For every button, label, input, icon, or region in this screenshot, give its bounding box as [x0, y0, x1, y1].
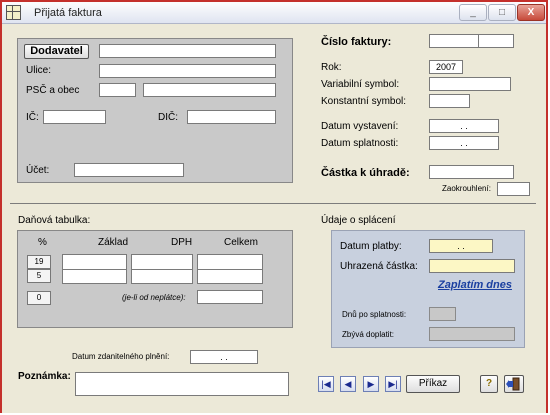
ic-field[interactable] [43, 110, 106, 124]
constant-symbol-label: Konstantní symbol: [321, 96, 407, 107]
last-record-button[interactable]: ▶| [385, 376, 401, 392]
form-body: Dodavatel Ulice: PSČ a obec IČ: DIČ: Úče… [2, 25, 546, 413]
section-divider [10, 203, 536, 204]
tax-header-vat: DPH [171, 237, 193, 248]
first-record-button[interactable]: |◀ [318, 376, 334, 392]
vat-5-field[interactable] [131, 269, 193, 284]
note-label: Poznámka: [18, 371, 71, 382]
tax-header-base: Základ [98, 237, 129, 248]
vat-19-field[interactable] [131, 254, 193, 270]
tax-header-percent: % [38, 237, 47, 248]
non-payer-note: (je-li od neplátce): [122, 293, 186, 302]
amount-due-field[interactable] [429, 165, 514, 179]
amount-due-label: Částka k úhradě: [321, 167, 410, 179]
zip-city-label: PSČ a obec [26, 85, 80, 96]
tax-rate-0: 0 [27, 291, 51, 305]
street-field[interactable] [99, 64, 276, 78]
rounding-field[interactable] [497, 182, 530, 196]
previous-record-button[interactable]: ◀ [340, 376, 356, 392]
remaining-field [429, 327, 515, 341]
invoice-number-label: Číslo faktury: [321, 36, 392, 48]
tax-panel: % Základ DPH Celkem 19 5 0 (je-li od nep… [17, 230, 293, 328]
rounding-label: Zaokrouhlení: [442, 184, 491, 193]
total-0-field[interactable] [197, 290, 263, 304]
invoice-number-suffix-field[interactable] [478, 34, 514, 48]
taxable-date-label: Datum zdanitelného plnění: [72, 352, 170, 361]
window-title: Přijatá faktura [34, 7, 102, 19]
close-button[interactable]: X [517, 4, 545, 21]
payment-date-field[interactable]: . . [429, 239, 493, 253]
taxable-date-field[interactable]: . . [190, 350, 258, 364]
payment-title: Údaje o splácení [321, 215, 396, 226]
payment-date-label: Datum platby: [340, 241, 402, 252]
next-record-button[interactable]: ▶ [363, 376, 379, 392]
supplier-button[interactable]: Dodavatel [24, 44, 89, 59]
issue-date-field[interactable]: . . [429, 119, 499, 133]
days-after-due-label: Dnů po splatnosti: [342, 310, 407, 319]
title-bar: Přijatá faktura _ □ X [2, 2, 546, 24]
minimize-button[interactable]: _ [459, 4, 487, 21]
paid-amount-field[interactable] [429, 259, 515, 273]
dic-field[interactable] [187, 110, 276, 124]
account-field[interactable] [74, 163, 184, 177]
tax-rate-5: 5 [27, 269, 51, 283]
remaining-label: Zbývá doplatit: [342, 330, 395, 339]
maximize-button[interactable]: □ [488, 4, 516, 21]
exit-button[interactable] [504, 375, 524, 393]
supplier-name-field[interactable] [99, 44, 276, 58]
tax-header-total: Celkem [224, 237, 258, 248]
total-5-field[interactable] [197, 269, 263, 284]
base-5-field[interactable] [62, 269, 127, 284]
invoice-number-field[interactable] [429, 34, 479, 48]
city-field[interactable] [143, 83, 276, 97]
help-icon: ? [485, 378, 493, 389]
due-date-label: Datum splatnosti: [321, 138, 399, 149]
year-label: Rok: [321, 62, 342, 73]
street-label: Ulice: [26, 65, 52, 76]
order-button[interactable]: Příkaz [406, 375, 460, 393]
constant-symbol-field[interactable] [429, 94, 470, 108]
ic-label: IČ: [26, 112, 39, 123]
variable-symbol-field[interactable] [429, 77, 511, 91]
account-label: Účet: [26, 165, 50, 176]
invoice-window: Přijatá faktura _ □ X Dodavatel Ulice: P… [0, 0, 548, 413]
note-field[interactable] [75, 372, 289, 396]
tax-table-title: Daňová tabulka: [18, 215, 91, 226]
year-field[interactable]: 2007 [429, 60, 463, 74]
exit-door-icon [506, 377, 520, 391]
days-after-due-field [429, 307, 456, 321]
pay-today-link[interactable]: Zaplatím dnes [438, 279, 512, 291]
dic-label: DIČ: [158, 112, 178, 123]
paid-amount-label: Uhrazená částka: [340, 261, 418, 272]
zip-field[interactable] [99, 83, 136, 97]
variable-symbol-label: Variabilní symbol: [321, 79, 400, 90]
tax-rate-19: 19 [27, 255, 51, 269]
app-icon [6, 5, 21, 20]
base-19-field[interactable] [62, 254, 127, 270]
total-19-field[interactable] [197, 254, 263, 270]
issue-date-label: Datum vystavení: [321, 121, 399, 132]
help-button[interactable]: ? [480, 375, 498, 393]
due-date-field[interactable]: . . [429, 136, 499, 150]
supplier-panel: Dodavatel Ulice: PSČ a obec IČ: DIČ: Úče… [17, 38, 293, 183]
